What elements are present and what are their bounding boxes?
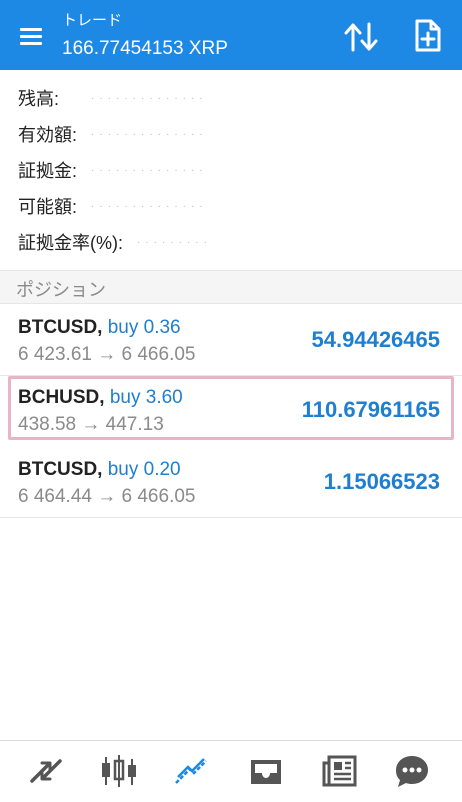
news-icon[interactable] bbox=[320, 751, 360, 791]
position-profit: 110.67961165 bbox=[301, 397, 440, 422]
margin-row: 証拠金: ·············· bbox=[18, 157, 208, 183]
equity-label: 有効額: bbox=[18, 125, 78, 145]
position-side-volume: buy 0.36 bbox=[107, 317, 181, 338]
margin-placeholder-dots: ·············· bbox=[91, 164, 208, 176]
position-header: BTCUSD, buy 0.36 bbox=[18, 317, 181, 339]
sort-icon[interactable] bbox=[342, 20, 380, 54]
margin-level-row: 証拠金率(%): ········· bbox=[18, 229, 212, 255]
position-row-selected[interactable]: BCHUSD, buy 3.60 438.58 → 447.13 110.679… bbox=[8, 376, 454, 440]
account-balance-subtitle: 166.77454153 XRP bbox=[62, 38, 228, 59]
equity-placeholder-dots: ·············· bbox=[91, 128, 208, 140]
balance-label: 残高: bbox=[18, 89, 60, 109]
margin-level-label: 証拠金率(%): bbox=[18, 233, 123, 253]
chat-icon[interactable] bbox=[392, 751, 432, 791]
free-margin-placeholder-dots: ·············· bbox=[91, 200, 208, 212]
new-order-icon[interactable] bbox=[410, 18, 444, 54]
trade-icon[interactable] bbox=[172, 751, 212, 791]
free-margin-label: 可能額: bbox=[18, 197, 78, 217]
account-summary: 残高: ·············· 有効額: ·············· 証… bbox=[0, 70, 462, 270]
position-profit: 54.94426465 bbox=[311, 327, 440, 352]
margin-level-placeholder-dots: ········· bbox=[137, 236, 212, 248]
position-symbol: BTCUSD, bbox=[18, 317, 103, 338]
positions-section-title: ポジション bbox=[16, 280, 106, 300]
position-symbol: BCHUSD, bbox=[18, 387, 105, 408]
bottom-navigation bbox=[0, 740, 462, 802]
positions-section-header: ポジション bbox=[0, 270, 462, 304]
position-row[interactable]: BTCUSD, buy 0.36 6 423.61 → 6 466.05 54.… bbox=[0, 304, 462, 376]
position-header: BCHUSD, buy 3.60 bbox=[18, 387, 183, 409]
app-header: トレード 166.77454153 XRP bbox=[0, 0, 462, 70]
equity-row: 有効額: ·············· bbox=[18, 121, 208, 147]
position-prices: 6 423.61 → 6 466.05 bbox=[18, 344, 196, 365]
position-side-volume: buy 3.60 bbox=[109, 387, 183, 408]
history-icon[interactable] bbox=[246, 751, 286, 791]
balance-row: 残高: ·············· bbox=[18, 85, 208, 111]
position-prices: 438.58 → 447.13 bbox=[18, 414, 164, 435]
page-title: トレード bbox=[62, 12, 123, 29]
margin-label: 証拠金: bbox=[18, 161, 78, 181]
chart-icon[interactable] bbox=[99, 751, 139, 791]
quotes-icon[interactable] bbox=[26, 751, 66, 791]
position-symbol: BTCUSD, bbox=[18, 459, 103, 480]
position-side-volume: buy 0.20 bbox=[107, 459, 181, 480]
menu-icon[interactable] bbox=[18, 24, 46, 46]
position-prices: 6 464.44 → 6 466.05 bbox=[18, 486, 196, 507]
balance-placeholder-dots: ·············· bbox=[91, 92, 208, 104]
free-margin-row: 可能額: ·············· bbox=[18, 193, 208, 219]
position-profit: 1.15066523 bbox=[323, 469, 440, 494]
position-header: BTCUSD, buy 0.20 bbox=[18, 459, 181, 481]
position-row[interactable]: BTCUSD, buy 0.20 6 464.44 → 6 466.05 1.1… bbox=[0, 446, 462, 518]
